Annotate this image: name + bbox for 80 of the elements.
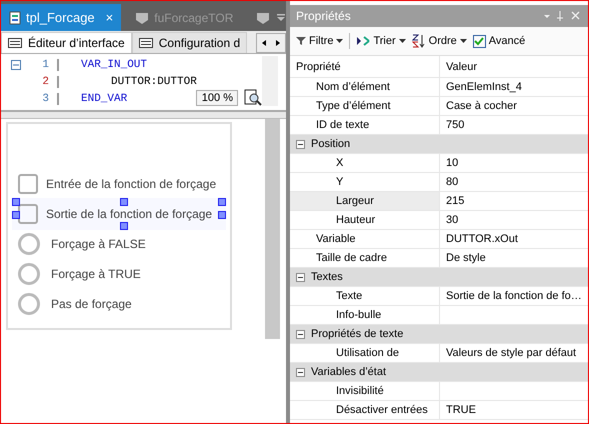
property-name: Variable xyxy=(316,233,356,245)
collapse-icon[interactable] xyxy=(296,272,305,282)
scrollbar[interactable] xyxy=(265,119,280,339)
property-value[interactable]: DUTTOR.xOut xyxy=(446,233,518,245)
group-header[interactable]: Textes xyxy=(311,271,343,283)
editor-tab[interactable]: Éditeur d’interface xyxy=(1,32,132,53)
funnel-icon xyxy=(296,36,306,46)
check-icon xyxy=(474,36,484,46)
line-number: 1 xyxy=(21,58,59,70)
shield-icon xyxy=(135,10,150,24)
property-name: X xyxy=(336,157,344,169)
collapse-icon[interactable] xyxy=(296,368,305,376)
code-line: END_VAR xyxy=(81,92,128,104)
property-value[interactable]: Sortie de la fonction de fo… xyxy=(446,290,582,302)
option-label: Sortie de la fonction de forçage xyxy=(46,207,212,221)
property-name: Type d’élément xyxy=(316,100,391,112)
document-tab[interactable]: tpl_Forcage × xyxy=(1,4,122,31)
code-line: VAR_IN_OUT xyxy=(81,58,148,70)
keyboard-icon xyxy=(138,38,153,48)
option-label: Forçage à TRUE xyxy=(51,267,141,281)
resize-handle[interactable] xyxy=(120,198,128,206)
scrollbar[interactable] xyxy=(262,56,278,106)
radio-button[interactable] xyxy=(18,233,40,255)
property-value[interactable]: 10 xyxy=(446,157,458,169)
form-icon xyxy=(8,38,22,48)
property-name: Largeur xyxy=(336,195,374,207)
collapse-icon[interactable] xyxy=(296,330,305,338)
line-number: 3 xyxy=(21,92,59,104)
resize-handle[interactable] xyxy=(120,222,128,230)
property-value[interactable]: De style xyxy=(446,252,486,264)
sort-icon xyxy=(356,35,370,47)
column-header[interactable]: Propriété xyxy=(290,56,440,77)
filter-button[interactable]: Filtre xyxy=(296,35,344,47)
shield-icon xyxy=(256,10,270,24)
sort-order-icon xyxy=(412,34,426,48)
close-icon[interactable]: × xyxy=(106,10,114,25)
editor-tab[interactable]: Configuration d xyxy=(132,32,248,53)
property-name: Désactiver entrées xyxy=(336,404,428,416)
radio-button[interactable] xyxy=(18,263,40,285)
group-header[interactable]: Position xyxy=(311,138,350,150)
sort-button[interactable]: Trier xyxy=(356,35,406,47)
order-button[interactable]: Ordre xyxy=(412,34,467,48)
property-name: Texte xyxy=(336,290,362,302)
property-name: Taille de cadre xyxy=(316,252,387,264)
property-name: ID de texte xyxy=(316,119,370,131)
caret-icon xyxy=(460,39,467,43)
property-name: Nom d’élément xyxy=(316,81,390,93)
property-value[interactable]: Case à cocher xyxy=(446,100,517,112)
property-value[interactable]: GenElemInst_4 xyxy=(446,81,522,93)
property-name: Hauteur xyxy=(336,214,376,226)
property-value[interactable]: Valeurs de style par défaut xyxy=(446,347,576,359)
zoom-icon[interactable] xyxy=(244,89,262,107)
dropdown-icon[interactable] xyxy=(276,12,286,22)
advanced-checkbox[interactable]: Avancé xyxy=(472,34,526,48)
group-header[interactable]: Variables d’état xyxy=(311,366,386,378)
caret-icon xyxy=(336,39,344,43)
property-value[interactable]: 750 xyxy=(446,119,464,131)
property-name: Info-bulle xyxy=(336,309,382,321)
collapse-icon[interactable] xyxy=(296,140,305,148)
property-name: Utilisation de xyxy=(336,347,399,359)
property-value[interactable]: 30 xyxy=(446,214,458,226)
radio-button[interactable] xyxy=(18,293,40,315)
property-value[interactable]: 80 xyxy=(446,176,458,188)
document-icon xyxy=(9,10,21,24)
splitter[interactable] xyxy=(1,112,286,119)
option-label: Entrée de la fonction de forçage xyxy=(46,177,216,191)
line-number: 2 xyxy=(21,76,59,88)
column-header[interactable]: Valeur xyxy=(440,60,477,72)
group-header[interactable]: Propriétés de texte xyxy=(311,328,404,340)
zoom-field[interactable]: 100 % xyxy=(196,90,238,106)
checkbox[interactable] xyxy=(18,174,38,194)
option-label: Pas de forçage xyxy=(51,297,132,311)
property-name: Invisibilité xyxy=(336,385,384,397)
caret-icon xyxy=(398,39,406,43)
code-line: DUTTOR:DUTTOR xyxy=(110,76,197,88)
option-label: Forçage à FALSE xyxy=(51,237,146,251)
property-name: Y xyxy=(336,176,344,188)
panel-title: Propriétés xyxy=(296,9,351,23)
property-value[interactable]: 215 xyxy=(446,195,464,207)
property-value[interactable]: TRUE xyxy=(446,404,476,416)
